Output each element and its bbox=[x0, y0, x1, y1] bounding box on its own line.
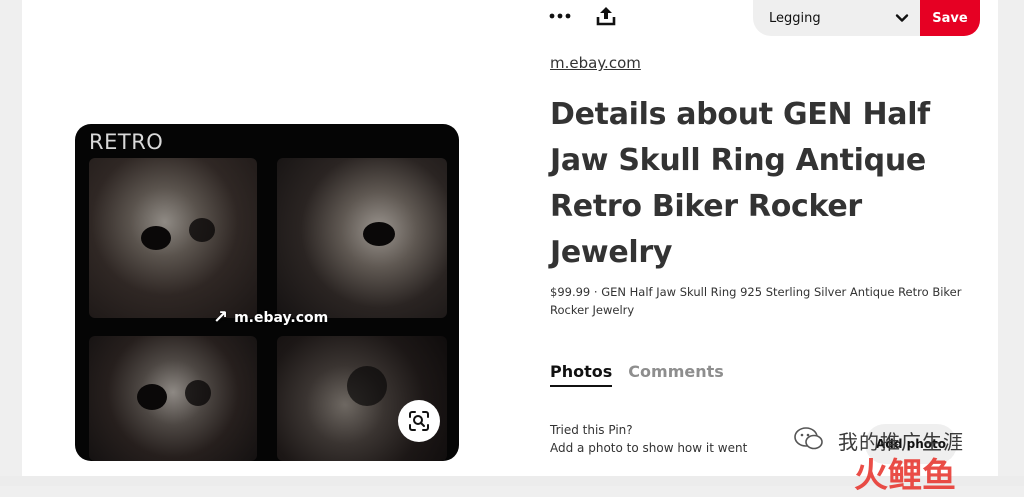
pin-title: Details about GEN Half Jaw Skull Ring An… bbox=[550, 97, 930, 270]
pin-description: $99.99 · GEN Half Jaw Skull Ring 925 Ste… bbox=[550, 285, 962, 317]
board-select[interactable]: Legging bbox=[753, 0, 923, 36]
board-select-value: Legging bbox=[769, 10, 821, 26]
source-link[interactable]: m.ebay.com bbox=[550, 54, 641, 72]
watermark: 我的推广生涯 火鲤鱼 bbox=[790, 422, 1010, 496]
visual-search-button[interactable] bbox=[398, 400, 440, 442]
tried-title: Tried this Pin? bbox=[550, 423, 633, 437]
more-icon bbox=[549, 13, 571, 19]
ring-photo-3 bbox=[89, 336, 257, 461]
visual-search-icon bbox=[409, 411, 429, 431]
image-source-label: m.ebay.com bbox=[234, 310, 329, 326]
ring-photo-2 bbox=[277, 158, 447, 318]
share-button[interactable] bbox=[594, 4, 618, 28]
ring-photo-1 bbox=[89, 158, 257, 318]
chevron-down-icon bbox=[895, 14, 909, 22]
pin-actions bbox=[548, 4, 618, 28]
image-overlay-text: RETRO bbox=[89, 130, 164, 154]
more-options-button[interactable] bbox=[548, 4, 572, 28]
save-button[interactable]: Save bbox=[920, 0, 980, 36]
tab-comments[interactable]: Comments bbox=[628, 362, 724, 387]
image-source-link[interactable]: ↗ m.ebay.com bbox=[213, 307, 328, 329]
arrow-up-right-icon: ↗ bbox=[213, 307, 229, 328]
share-icon bbox=[596, 7, 616, 26]
tried-subtitle: Add a photo to show how it went bbox=[550, 441, 748, 455]
tabs: Photos Comments bbox=[550, 362, 724, 387]
pin-image[interactable]: RETRO ↗ m.ebay.com bbox=[75, 124, 459, 461]
wechat-icon bbox=[794, 427, 823, 450]
watermark-logo: 火鲤鱼 bbox=[854, 456, 956, 496]
ring-photo-4 bbox=[277, 336, 447, 461]
tab-photos[interactable]: Photos bbox=[550, 362, 613, 387]
